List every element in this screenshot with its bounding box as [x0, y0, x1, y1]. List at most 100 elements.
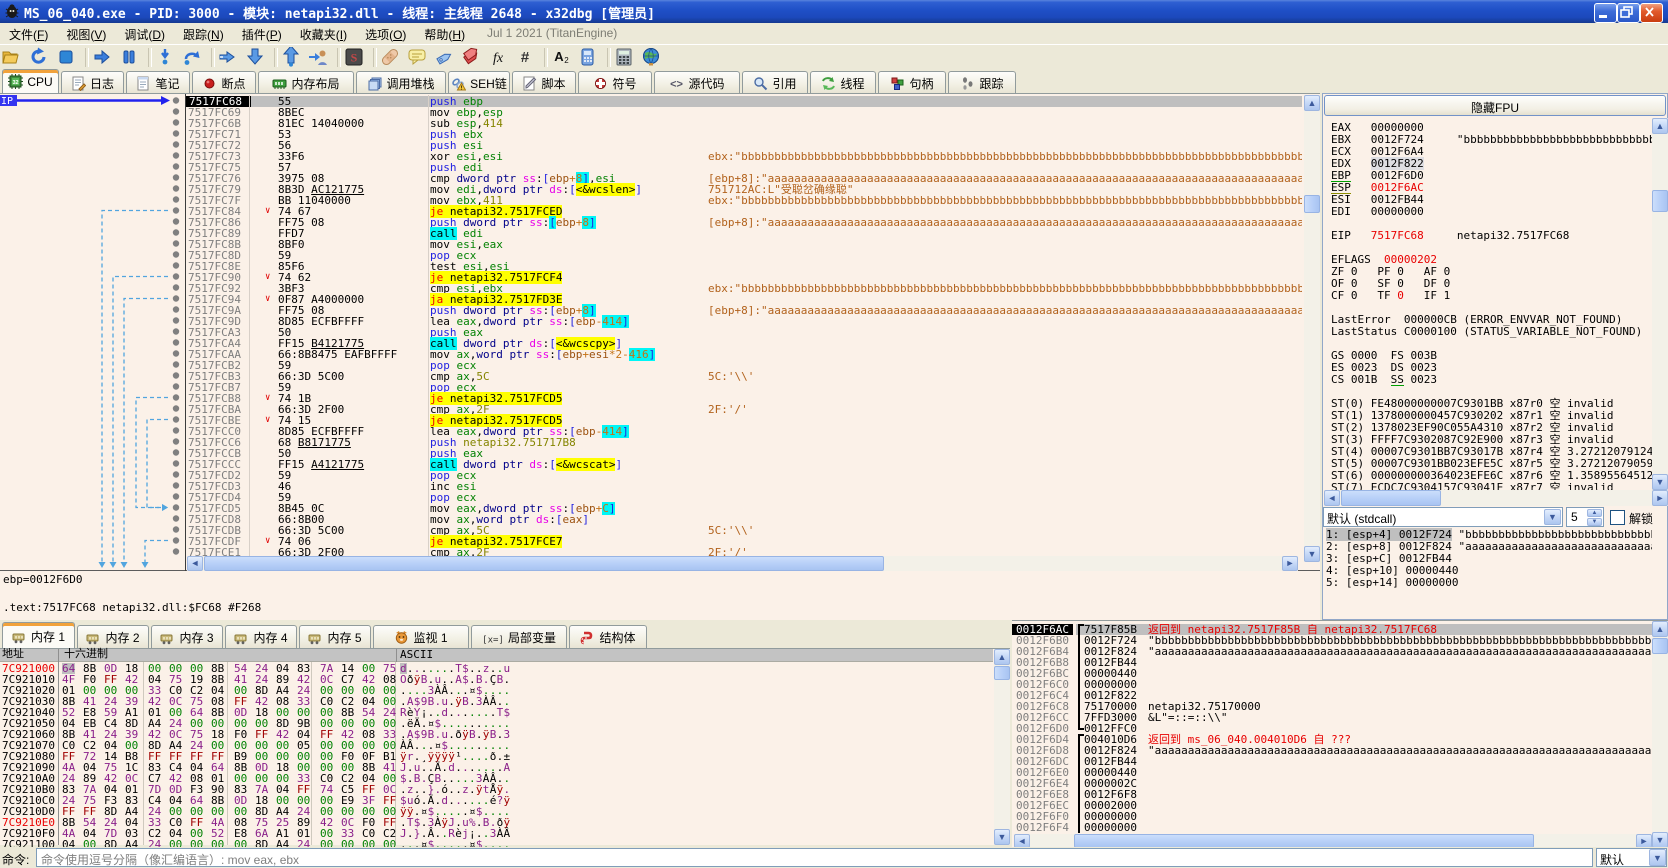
execute-till-return-icon[interactable] — [281, 47, 303, 69]
bookmark-icon[interactable] — [461, 47, 483, 69]
close-button[interactable] — [1640, 3, 1663, 23]
menu-O[interactable]: 选项(O) — [356, 23, 415, 43]
disasm-hscrollbar[interactable]: ◄ ► — [187, 556, 1298, 571]
scroll-down-icon[interactable]: ▼ — [1304, 546, 1320, 562]
tab-符号[interactable]: 符号 — [578, 71, 652, 93]
calculator-window-icon[interactable] — [578, 47, 600, 69]
hide-fpu-button[interactable]: 隐藏FPU — [1324, 95, 1666, 116]
scroll-right-icon[interactable]: ► — [1282, 556, 1298, 571]
pause-icon[interactable] — [119, 47, 141, 69]
scroll-left-icon[interactable]: ◄ — [187, 556, 203, 571]
register-line[interactable]: EIP 7517FC68 netapi32.7517FC68 — [1331, 230, 1652, 242]
arguments-list[interactable]: 1: [esp+4] 0012F724 "bbbbbbbbbbbbbbbbbbb… — [1323, 527, 1652, 619]
tab-内存-2[interactable]: 内存 2 — [77, 625, 149, 648]
tab-内存布局[interactable]: 内存布局 — [258, 71, 354, 93]
tab-引用[interactable]: 引用 — [742, 71, 808, 93]
step-into-icon[interactable] — [218, 47, 240, 69]
restore-button[interactable] — [1617, 3, 1640, 23]
tab-日志[interactable]: 日志 — [61, 71, 124, 93]
menu-H[interactable]: 帮助(H) — [415, 23, 474, 43]
scrollbar-thumb[interactable] — [1652, 190, 1668, 212]
convention-select[interactable]: 默认 (stdcall) ▼ — [1323, 507, 1563, 527]
step-over-icon[interactable] — [245, 47, 267, 69]
disasm-vscrollbar[interactable]: ▲ ▼ — [1304, 95, 1320, 562]
scroll-left-icon[interactable]: ◄ — [1324, 490, 1340, 506]
chevron-down-icon[interactable]: ▼ — [1649, 849, 1666, 866]
tab-内存-3[interactable]: 内存 3 — [151, 625, 223, 648]
scrollbar-thumb[interactable] — [1341, 490, 1441, 506]
stack-hscrollbar[interactable]: ◄ ► — [1014, 834, 1652, 848]
tab-局部变量[interactable]: [x=]局部变量 — [471, 625, 567, 648]
scrollbar-thumb[interactable] — [1304, 195, 1320, 213]
tab-调用堆栈[interactable]: 调用堆栈 — [356, 71, 446, 93]
scrollbar-thumb[interactable] — [204, 556, 884, 571]
scrollbar-thumb[interactable] — [1652, 638, 1668, 654]
spin-down-icon[interactable]: ▼ — [1587, 518, 1602, 526]
menu-P[interactable]: 插件(P) — [233, 23, 291, 43]
unlock-checkbox[interactable] — [1610, 510, 1625, 525]
tab-跟踪[interactable]: 跟踪 — [948, 71, 1016, 93]
scrollbar-thumb[interactable] — [1074, 834, 1534, 848]
menu-N[interactable]: 跟踪(N) — [174, 23, 233, 43]
step-over-trace-icon[interactable] — [182, 47, 204, 69]
tab-句柄[interactable]: 句柄 — [878, 71, 946, 93]
chevron-down-icon[interactable]: ▼ — [1544, 509, 1561, 525]
dump-row[interactable]: 7C92110004.00.8D.A4¤24$00.00.00.00.8D.A4… — [0, 839, 993, 847]
scrollbar-thumb[interactable] — [994, 666, 1010, 680]
run-icon[interactable] — [92, 47, 114, 69]
calculator-icon[interactable] — [614, 47, 636, 69]
scroll-up-icon[interactable]: ▲ — [1304, 95, 1320, 111]
register-line[interactable]: EDI 00000000 — [1331, 206, 1652, 218]
seh-icon[interactable]: S — [344, 47, 366, 69]
font-icon[interactable]: A2 — [551, 47, 573, 69]
tab-线程[interactable]: 线程 — [810, 71, 876, 93]
globe-icon[interactable] — [641, 47, 663, 69]
registers-hscrollbar[interactable]: ◄ ► — [1324, 490, 1668, 506]
tab-脚本[interactable]: 脚本 — [512, 71, 576, 93]
stop-icon[interactable] — [56, 47, 78, 69]
menu-D[interactable]: 调试(D) — [115, 23, 174, 43]
scroll-up-icon[interactable]: ▲ — [994, 649, 1010, 665]
scroll-right-icon[interactable]: ► — [1636, 834, 1652, 848]
depth-spinner[interactable]: 5 ▲ ▼ — [1566, 507, 1604, 527]
argument-row[interactable]: 5: [esp+14] 00000000 — [1326, 577, 1458, 589]
scroll-down-icon[interactable]: ▼ — [1652, 474, 1668, 490]
tab-监视-1[interactable]: 监视 1 — [373, 625, 469, 648]
tab-源代码[interactable]: <>源代码 — [654, 71, 740, 93]
registers-vscrollbar[interactable]: ▲ ▼ — [1652, 118, 1668, 490]
disasm-rows[interactable]: 7517FC6855push ebp7517FC698BECmov ebp,es… — [0, 95, 1302, 557]
scroll-right-icon[interactable]: ► — [1652, 490, 1668, 506]
open-folder-icon[interactable] — [2, 47, 24, 69]
stack-vscrollbar[interactable]: ▲ ▼ — [1652, 621, 1668, 848]
menu-F[interactable]: 文件(F) — [0, 23, 57, 43]
menu-V[interactable]: 视图(V) — [57, 23, 115, 43]
spin-up-icon[interactable]: ▲ — [1587, 509, 1602, 517]
scroll-down-icon[interactable]: ▼ — [994, 829, 1010, 845]
label-icon[interactable] — [434, 47, 456, 69]
step-into-trace-icon[interactable] — [155, 47, 177, 69]
function-icon[interactable]: fx — [488, 47, 510, 69]
stack-row[interactable]: 0012F6F400000000 — [1012, 822, 1652, 833]
menu-I[interactable]: 收藏夹(I) — [291, 23, 356, 43]
dump-vscrollbar[interactable]: ▲ ▼ — [994, 649, 1010, 845]
tab-结构体[interactable]: 结构体 — [569, 625, 647, 648]
dump-rows[interactable]: 7C92100064d8B.0D.18.00.00.00.8B.54T24$04… — [0, 663, 993, 847]
tab-笔记[interactable]: 笔记 — [126, 71, 190, 93]
scroll-left-icon[interactable]: ◄ — [1014, 834, 1030, 848]
scroll-down-icon[interactable]: ▼ — [1652, 832, 1668, 848]
tab-CPU[interactable]: 32CPU — [2, 69, 59, 93]
stack-rows[interactable]: 0012F6AC7517F85B返回到 netapi32.7517F85B 自 … — [1012, 624, 1652, 834]
register-line[interactable]: CF 0 TF 0 IF 1 — [1331, 290, 1652, 302]
scroll-up-icon[interactable]: ▲ — [1652, 118, 1668, 134]
tab-内存-5[interactable]: 内存 5 — [299, 625, 371, 648]
scroll-up-icon[interactable]: ▲ — [1652, 621, 1668, 637]
patches-icon[interactable] — [380, 47, 402, 69]
run-to-user-code-icon[interactable] — [308, 47, 330, 69]
hash-icon[interactable]: # — [515, 47, 537, 69]
command-language-select[interactable]: 默认 ▼ — [1596, 848, 1667, 867]
register-line[interactable]: CS 001B SS 0023 — [1331, 374, 1652, 386]
tab-内存-4[interactable]: 内存 4 — [225, 625, 297, 648]
command-input[interactable]: 命令使用逗号分隔（像汇编语言）: mov eax, ebx — [36, 848, 1593, 867]
tab-内存-1[interactable]: 内存 1 — [2, 622, 75, 648]
tab-SEH链[interactable]: !SEH链 — [448, 71, 510, 93]
